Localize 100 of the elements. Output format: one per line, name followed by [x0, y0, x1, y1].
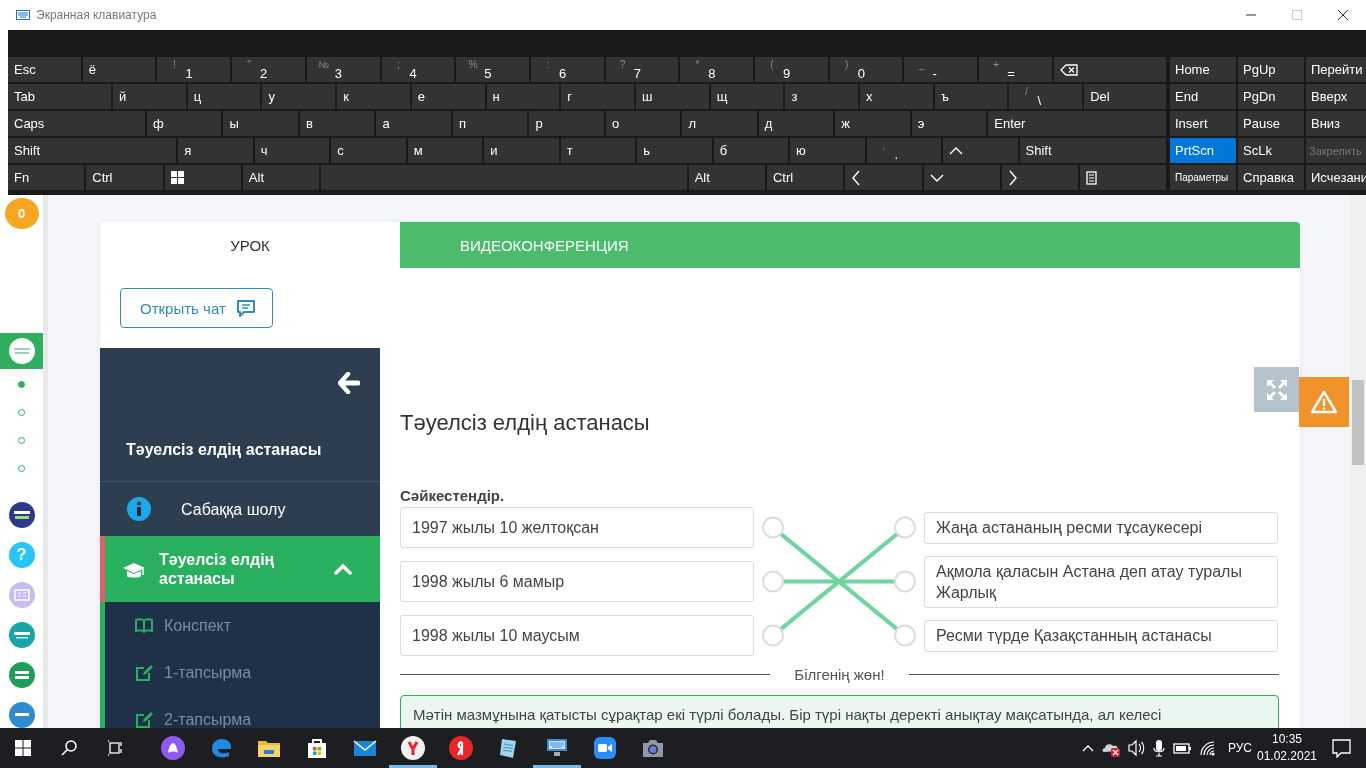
key[interactable]: End — [1170, 84, 1236, 109]
key[interactable]: Home — [1170, 57, 1236, 82]
key[interactable]: Ctrl — [86, 165, 163, 190]
microphone-icon[interactable] — [1152, 739, 1165, 757]
key[interactable]: : 6 — [530, 57, 604, 82]
key[interactable]: Caps — [8, 111, 145, 136]
match-option[interactable]: Жаңа астананың ресми тұсаукесері — [924, 511, 1278, 544]
pager-dot[interactable] — [18, 381, 25, 388]
key[interactable]: ц — [187, 84, 261, 109]
key[interactable]: р — [529, 111, 604, 136]
key[interactable]: * 8 — [680, 57, 754, 82]
key[interactable]: л — [682, 111, 757, 136]
key[interactable]: т — [560, 138, 636, 163]
key[interactable]: о — [605, 111, 681, 136]
match-handle[interactable] — [762, 624, 784, 647]
clock-date[interactable]: 01.02.2021 — [1256, 748, 1318, 765]
key[interactable]: ! 1 — [157, 57, 231, 82]
match-option[interactable]: 1998 жылы 6 мамыр — [400, 561, 754, 602]
tab[interactable]: УРОК — [100, 222, 400, 268]
key[interactable]: б — [713, 138, 789, 163]
key[interactable]: а — [376, 111, 451, 136]
key[interactable]: Pause — [1238, 111, 1304, 136]
key[interactable]: PrtScn — [1170, 138, 1236, 163]
key[interactable]: ч — [254, 138, 330, 163]
active-app-tile[interactable] — [0, 332, 43, 369]
key[interactable]: ) 0 — [829, 57, 903, 82]
match-handle[interactable] — [762, 516, 784, 539]
key[interactable]: Del — [1084, 84, 1166, 109]
battery-icon[interactable] — [1172, 741, 1191, 755]
key[interactable]: Esc — [8, 57, 81, 82]
key[interactable]: Shift — [1019, 138, 1166, 163]
key[interactable]: Параметры — [1170, 165, 1236, 190]
match-option[interactable]: 1998 жылы 10 маусым — [400, 615, 754, 656]
key[interactable]: й — [113, 84, 186, 109]
open-chat-button[interactable]: Открыть чат — [120, 288, 273, 328]
key[interactable]: ScLk — [1238, 138, 1304, 163]
app-logo-icon[interactable] — [8, 502, 35, 528]
match-handle[interactable] — [894, 516, 916, 539]
key[interactable]: Ctrl — [766, 165, 844, 190]
key[interactable]: н — [486, 84, 560, 109]
key[interactable]: х — [860, 84, 933, 109]
chevron-up-icon[interactable] — [1081, 743, 1094, 753]
sidebar-subitem[interactable]: 2-тапсырма — [100, 696, 380, 728]
key[interactable]: Вверх — [1306, 84, 1366, 109]
key[interactable]: № 3 — [306, 57, 380, 82]
match-option[interactable]: 1997 жылы 10 желтоқсан — [400, 507, 754, 548]
sidebar-subitem[interactable]: Конспект — [100, 602, 380, 649]
volume-icon[interactable] — [1127, 739, 1145, 757]
key[interactable]: ж — [835, 111, 910, 136]
key[interactable]: _ - — [904, 57, 978, 82]
key[interactable]: э — [911, 111, 987, 136]
language-indicator[interactable]: РУС — [1227, 741, 1252, 755]
clock-time[interactable]: 10:35 — [1272, 731, 1302, 748]
key[interactable]: ы — [223, 111, 298, 136]
notification-icon[interactable] — [1331, 738, 1351, 758]
key[interactable]: е — [411, 84, 485, 109]
key[interactable]: п — [452, 111, 528, 136]
key[interactable]: Справка — [1238, 165, 1304, 190]
key[interactable]: м — [407, 138, 483, 163]
match-option[interactable]: Ақмола қаласын Астана деп атау туралы Жарлық — [924, 555, 1278, 608]
key[interactable]: Fn — [8, 165, 85, 190]
key[interactable]: PgUp — [1238, 57, 1304, 82]
key[interactable]: я — [178, 138, 253, 163]
key[interactable]: г — [561, 84, 634, 109]
key[interactable]: Shift — [8, 138, 177, 163]
match-handle[interactable] — [894, 570, 916, 593]
key[interactable]: " 2 — [232, 57, 305, 82]
key[interactable] — [164, 165, 241, 190]
key[interactable]: и — [484, 138, 559, 163]
key[interactable]: щ — [710, 84, 784, 109]
key[interactable]: д — [758, 111, 834, 136]
key[interactable]: Alt — [688, 165, 765, 190]
key[interactable]: к — [337, 84, 410, 109]
key[interactable]: / \ — [1009, 84, 1083, 109]
sidebar-subitem[interactable]: 1-тапсырма — [100, 649, 380, 696]
scrollbar[interactable] — [1352, 380, 1364, 465]
match-option[interactable]: Ресми түрде Қазақстанның астанасы — [924, 619, 1278, 652]
key[interactable]: Insert — [1170, 111, 1236, 136]
key[interactable]: Перейти — [1306, 57, 1366, 82]
key[interactable]: Enter — [988, 111, 1166, 136]
key[interactable]: Вниз — [1306, 111, 1366, 136]
key[interactable]: ( 9 — [755, 57, 828, 82]
wifi-icon[interactable] — [1198, 739, 1216, 757]
key[interactable] — [1053, 57, 1166, 82]
key[interactable]: в — [299, 111, 375, 136]
key[interactable]: PgDn — [1238, 84, 1304, 109]
key[interactable]: ? 7 — [605, 57, 679, 82]
key[interactable]: ь — [637, 138, 712, 163]
key[interactable]: , . — [866, 138, 942, 163]
key[interactable]: з — [785, 84, 859, 109]
match-handle[interactable] — [894, 624, 916, 647]
key[interactable]: Tab — [8, 84, 112, 109]
key[interactable]: ъ — [934, 84, 1008, 109]
key[interactable]: ; 4 — [381, 57, 455, 82]
key[interactable]: ш — [635, 84, 709, 109]
key[interactable]: % 5 — [456, 57, 529, 82]
match-handle[interactable] — [762, 570, 784, 593]
key[interactable] — [1080, 165, 1166, 190]
key[interactable]: ё — [82, 57, 156, 82]
key[interactable]: + = — [979, 57, 1052, 82]
